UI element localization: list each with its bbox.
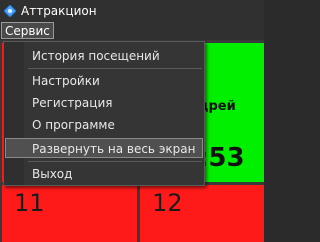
menu-separator bbox=[28, 161, 202, 162]
menu-item-fullscreen[interactable]: Развернуть на весь экран bbox=[5, 138, 203, 158]
app-window: Аттракцион Сервис дрей :53 11 12 История… bbox=[0, 0, 264, 242]
menu-item-label: Регистрация bbox=[32, 96, 113, 110]
menu-item-label: История посещений bbox=[32, 49, 160, 63]
menu-item-label: Выход bbox=[32, 167, 73, 181]
menu-item-label: Развернуть на весь экран bbox=[32, 142, 196, 156]
menu-item-settings[interactable]: Настройки bbox=[5, 71, 203, 91]
menu-separator bbox=[28, 68, 202, 69]
tile-number: 12 bbox=[152, 189, 183, 217]
menu-item-registration[interactable]: Регистрация bbox=[5, 93, 203, 113]
menu-item-about[interactable]: О программе bbox=[5, 115, 203, 135]
tile-number: 11 bbox=[14, 189, 45, 217]
title-bar[interactable]: Аттракцион bbox=[0, 0, 264, 21]
service-dropdown-menu: История посещений Настройки Регистрация … bbox=[3, 41, 205, 186]
menu-item-visit-history[interactable]: История посещений bbox=[5, 46, 203, 66]
menu-item-label: Настройки bbox=[32, 74, 100, 88]
menu-service[interactable]: Сервис bbox=[1, 22, 54, 39]
tile-11[interactable]: 11 bbox=[2, 185, 137, 242]
app-logo-icon bbox=[3, 4, 17, 18]
menu-bar: Сервис bbox=[0, 21, 264, 40]
tile-12[interactable]: 12 bbox=[140, 185, 264, 242]
menu-item-exit[interactable]: Выход bbox=[5, 164, 203, 184]
window-title: Аттракцион bbox=[21, 3, 97, 18]
menu-item-label: О программе bbox=[32, 118, 115, 132]
